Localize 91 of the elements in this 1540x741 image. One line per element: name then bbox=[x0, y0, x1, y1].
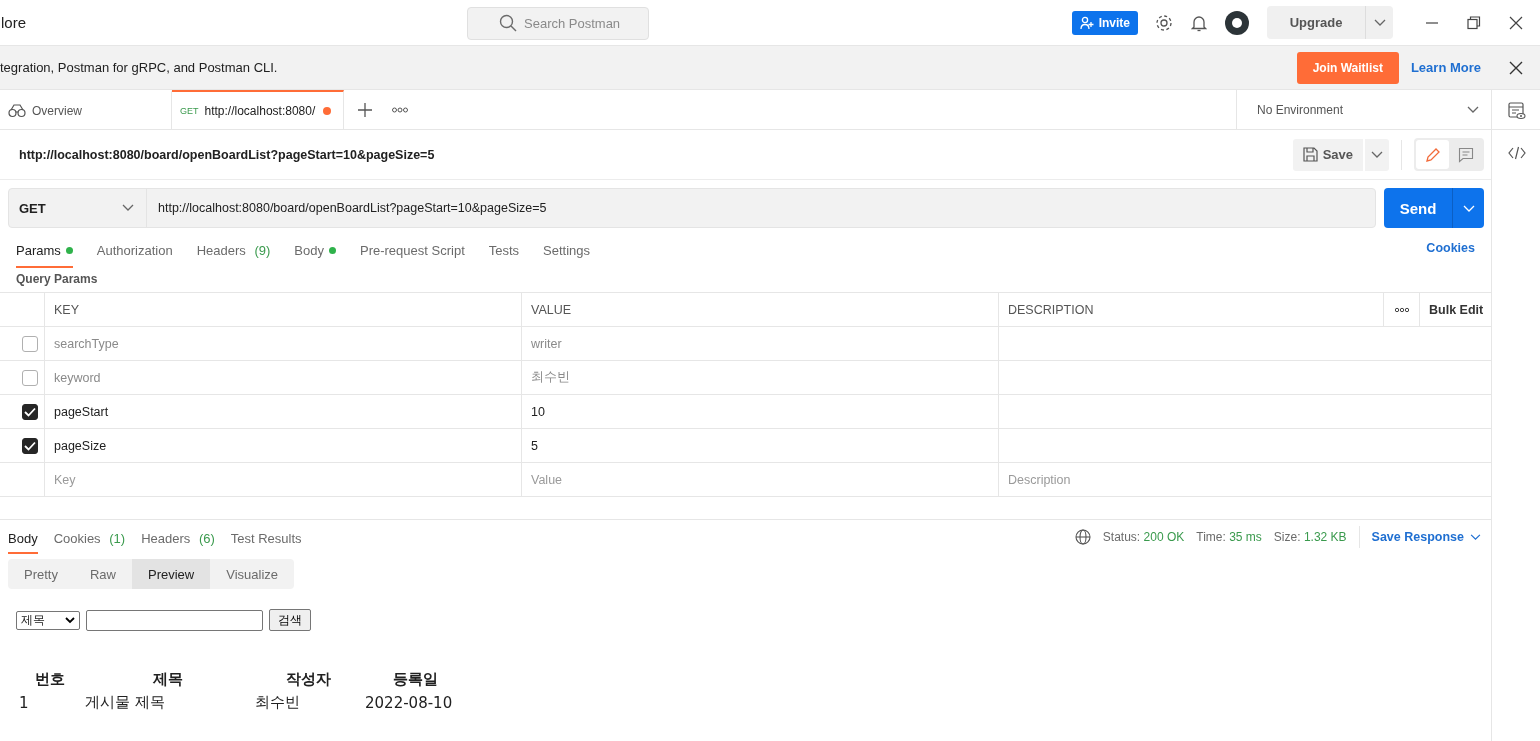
checkbox[interactable] bbox=[22, 403, 38, 420]
stat-value: 1.32 KB bbox=[1303, 530, 1347, 544]
request-section-tab[interactable]: Settings bbox=[543, 234, 591, 268]
category-select[interactable]: 제목 bbox=[16, 610, 80, 630]
chevron-down-icon bbox=[1371, 151, 1383, 159]
send-dropdown-button[interactable] bbox=[1452, 188, 1484, 228]
request-section-tab[interactable]: Authorization bbox=[96, 234, 173, 268]
chevron-down-icon bbox=[1373, 18, 1386, 27]
view-mode-tab[interactable]: Raw bbox=[73, 559, 132, 589]
code-icon[interactable] bbox=[1507, 146, 1526, 160]
close-icon[interactable] bbox=[1509, 60, 1523, 75]
param-key[interactable]: pageStart bbox=[54, 404, 109, 419]
param-value[interactable]: 5 bbox=[531, 438, 538, 453]
chevron-down-icon bbox=[1470, 533, 1481, 541]
more-icon[interactable] bbox=[392, 106, 408, 113]
bell-icon[interactable] bbox=[1191, 13, 1207, 32]
table-cell: 2022-08-10 bbox=[365, 693, 453, 712]
checkbox[interactable] bbox=[22, 335, 38, 352]
table-cell: 게시물 제목 bbox=[85, 693, 165, 711]
learn-more-link[interactable]: Learn More bbox=[1410, 60, 1481, 75]
send-button[interactable]: Send bbox=[1384, 188, 1452, 228]
table-cell: 최수빈 bbox=[255, 693, 300, 711]
bulk-edit-link[interactable]: Bulk Edit bbox=[1429, 302, 1484, 317]
banner-text: tegration, Postman for gRPC, and Postman CLI. bbox=[0, 60, 278, 75]
stat-label: Size: bbox=[1273, 530, 1301, 544]
app-title: lore bbox=[1, 14, 26, 31]
request-section-tab[interactable]: Body bbox=[294, 234, 336, 268]
overview-tab[interactable]: Overview bbox=[0, 90, 172, 129]
param-key[interactable]: searchType bbox=[54, 336, 119, 351]
request-section-tab[interactable]: Headers (9) bbox=[196, 234, 271, 268]
column-header: VALUE bbox=[522, 293, 999, 326]
search-button[interactable]: 검색 bbox=[269, 609, 311, 631]
section-title: Query Params bbox=[15, 271, 99, 288]
save-response-button[interactable]: Save Response bbox=[1371, 530, 1481, 544]
stat-label: Time: bbox=[1196, 530, 1226, 544]
request-title: http://localhost:8080/board/openBoardList?pageStart=10&pageSize=5 bbox=[19, 147, 435, 162]
request-tab[interactable]: GET http://localhost:8080/ bbox=[172, 90, 344, 129]
param-key[interactable]: pageSize bbox=[54, 438, 107, 453]
save-button[interactable]: Save bbox=[1292, 138, 1363, 171]
view-mode-tab[interactable]: Visualize bbox=[210, 559, 295, 589]
user-plus-icon bbox=[1079, 15, 1094, 30]
restore-icon[interactable] bbox=[1467, 15, 1481, 30]
param-value[interactable]: writer bbox=[531, 336, 562, 351]
chevron-down-icon bbox=[1467, 105, 1479, 114]
stat-value: 200 OK bbox=[1143, 530, 1185, 544]
response-tab[interactable]: Body bbox=[8, 520, 38, 554]
request-section-tab[interactable]: Tests bbox=[488, 234, 520, 268]
environment-select[interactable]: No Environment bbox=[1236, 90, 1491, 129]
globe-icon[interactable] bbox=[1074, 529, 1091, 545]
view-mode-tab[interactable]: Preview bbox=[132, 559, 211, 589]
value-field[interactable]: Value bbox=[531, 472, 731, 487]
response-tab[interactable]: Test Results bbox=[230, 520, 302, 554]
column-header: 작성자 bbox=[285, 670, 331, 688]
environment-quick-look-icon[interactable] bbox=[1507, 102, 1526, 120]
cookies-link[interactable]: Cookies bbox=[1426, 241, 1475, 255]
checkbox[interactable] bbox=[22, 369, 38, 386]
upgrade-button[interactable]: Upgrade bbox=[1267, 6, 1393, 39]
chevron-down-icon bbox=[65, 616, 75, 624]
search-icon bbox=[499, 14, 517, 32]
plus-icon[interactable] bbox=[358, 102, 372, 117]
checkbox[interactable] bbox=[22, 437, 38, 454]
param-value[interactable]: 10 bbox=[531, 404, 545, 419]
close-icon[interactable] bbox=[1509, 15, 1523, 30]
key-field[interactable]: Key bbox=[54, 472, 254, 487]
column-header: DESCRIPTION bbox=[999, 293, 1384, 326]
param-value[interactable]: 최수빈 bbox=[531, 369, 570, 386]
edit-button[interactable] bbox=[1416, 140, 1449, 169]
column-header: KEY bbox=[45, 293, 522, 326]
view-mode-tab[interactable]: Pretty bbox=[8, 559, 74, 589]
search-input[interactable] bbox=[86, 609, 263, 631]
table-cell: 1 bbox=[19, 693, 29, 712]
column-header: 제목 bbox=[153, 670, 183, 688]
description-field[interactable]: Description bbox=[1008, 472, 1208, 487]
binoculars-icon bbox=[8, 103, 26, 118]
request-section-tab[interactable]: Pre-request Script bbox=[360, 234, 465, 268]
settings-icon[interactable] bbox=[1155, 13, 1173, 32]
response-tab[interactable]: Cookies (1) bbox=[53, 520, 126, 554]
request-section-tab[interactable]: Params bbox=[16, 234, 73, 268]
stat-value: 35 ms bbox=[1229, 530, 1262, 544]
comment-icon bbox=[1457, 146, 1474, 163]
search-field[interactable]: Search Postman bbox=[467, 7, 649, 40]
pencil-icon bbox=[1424, 146, 1441, 163]
column-header: 번호 bbox=[35, 670, 65, 688]
response-tab[interactable]: Headers (6) bbox=[141, 520, 215, 554]
invite-button[interactable]: Invite bbox=[1071, 10, 1138, 35]
stat-label: Status: bbox=[1102, 530, 1141, 544]
param-key[interactable]: keyword bbox=[54, 370, 101, 385]
avatar-icon[interactable] bbox=[1225, 10, 1249, 35]
column-header: 등록일 bbox=[392, 670, 438, 688]
chevron-down-icon bbox=[1462, 204, 1475, 213]
more-icon[interactable] bbox=[1394, 306, 1409, 313]
